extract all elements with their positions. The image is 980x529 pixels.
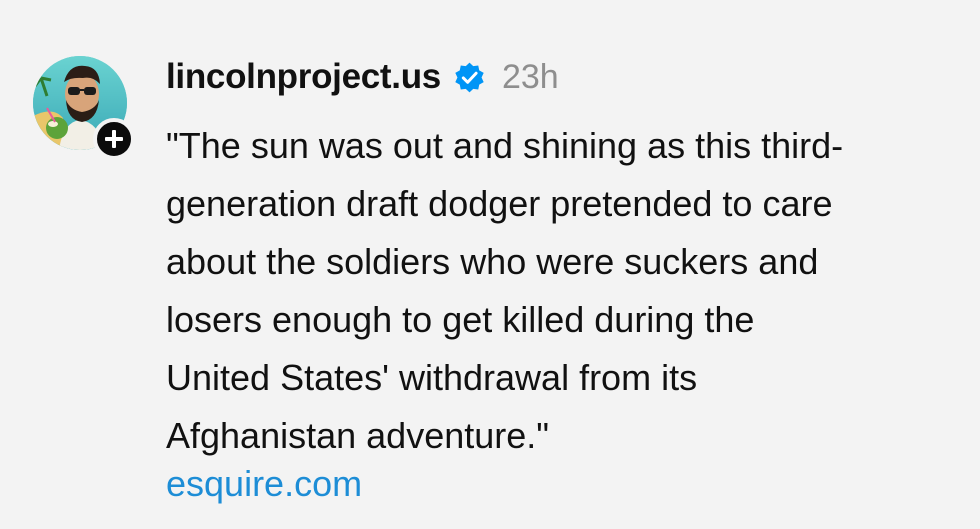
verified-badge-icon bbox=[453, 61, 486, 94]
username[interactable]: lincolnproject.us bbox=[166, 57, 441, 97]
post-timestamp: 23h bbox=[501, 57, 559, 96]
post-header: lincolnproject.us 23h bbox=[166, 52, 559, 102]
post-text-line: United States' withdrawal from its bbox=[166, 357, 698, 398]
post-text-line: about the soldiers who were suckers and bbox=[166, 241, 819, 282]
post-text-line: Afghanistan adventure." bbox=[166, 415, 550, 456]
follow-button[interactable] bbox=[93, 118, 135, 160]
plus-icon bbox=[105, 130, 123, 148]
post: lincolnproject.us 23h "The sun was out a… bbox=[0, 0, 980, 529]
post-text-line: generation draft dodger pretended to car… bbox=[166, 183, 833, 224]
post-text-line: losers enough to get killed during the bbox=[166, 299, 755, 340]
post-link[interactable]: esquire.com bbox=[166, 459, 362, 509]
post-text: "The sun was out and shining as this thi… bbox=[166, 117, 956, 465]
post-text-line: "The sun was out and shining as this thi… bbox=[166, 125, 844, 166]
avatar-container bbox=[33, 56, 135, 160]
